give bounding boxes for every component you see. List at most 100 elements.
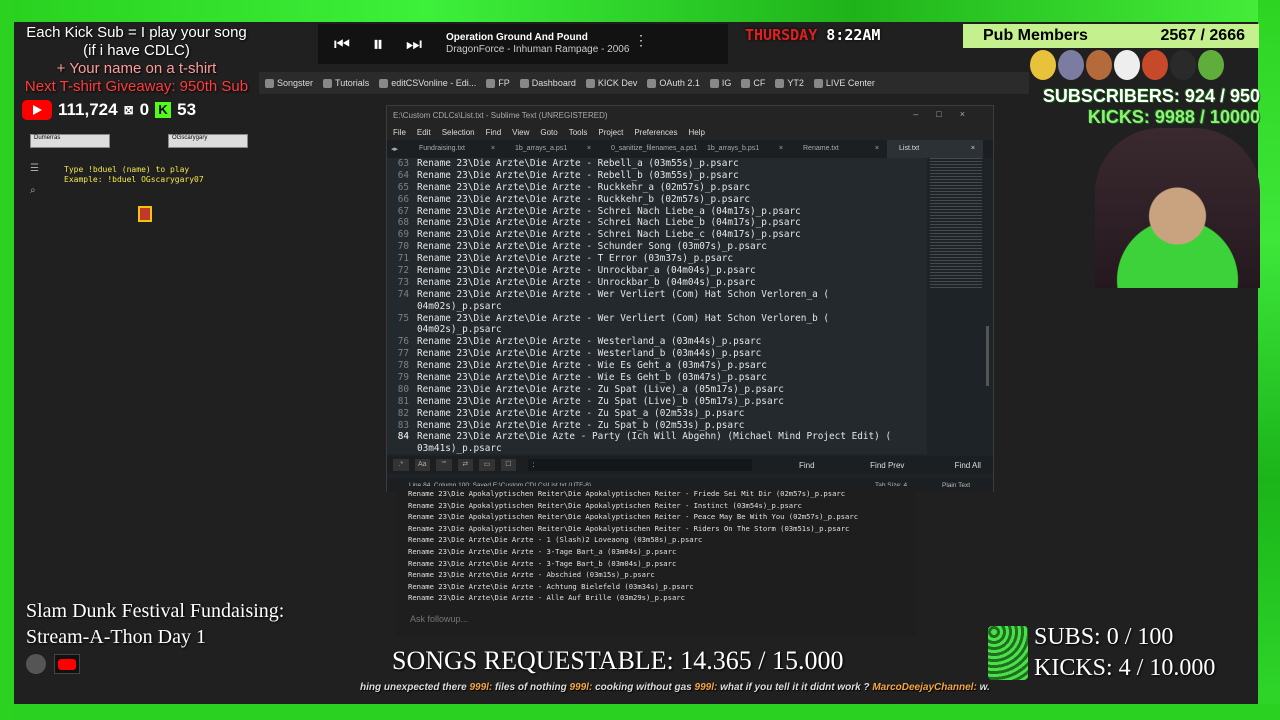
editor-line[interactable]: 63 Rename 23\Die Arzte\Die Arzte - Rebell… <box>387 158 927 170</box>
menu-item[interactable]: Selection <box>442 128 475 137</box>
close-icon[interactable]: × <box>491 140 495 158</box>
menu-item[interactable]: Preferences <box>634 128 677 137</box>
editor-line[interactable]: 68 Rename 23\Die Arzte\Die Arzte - Schrei… <box>387 217 927 229</box>
bookmark-icon <box>323 79 333 89</box>
editor-line[interactable]: 71 Rename 23\Die Arzte\Die Arzte - T Erro… <box>387 253 927 265</box>
find-input[interactable]: : <box>528 459 752 471</box>
editor-line[interactable]: 78 Rename 23\Die Arzte\Die Arzte - Wie Es… <box>387 360 927 372</box>
bookmark[interactable]: Tutorials <box>323 78 369 89</box>
line-number: 67 <box>397 205 409 217</box>
find-prev-button[interactable]: Find Prev <box>862 461 912 470</box>
case-toggle[interactable]: Aa <box>414 459 431 471</box>
more-icon[interactable]: ⋮ <box>634 32 648 49</box>
duel-panel: Dumerras OGscarygary ☰ ⌕ Type !bduel (na… <box>22 130 272 230</box>
highlight-toggle[interactable]: ☐ <box>500 459 517 471</box>
console-line: Rename 23\Die Arzte\Die Arzte - Alle Auf… <box>408 593 685 603</box>
date-time: THURSDAY 8:22AM <box>745 26 953 48</box>
bookmark-icon <box>265 79 274 89</box>
bookmark-label: CF <box>753 77 766 88</box>
find-all-button[interactable]: Find All <box>943 461 993 470</box>
regex-toggle[interactable]: .* <box>393 459 409 471</box>
title-bar: E:\Custom CDLCs\List.txt - Sublime Text … <box>387 106 993 124</box>
scrollbar[interactable] <box>986 326 989 386</box>
member-avatars <box>1030 50 1258 86</box>
editor-line[interactable]: 82 Rename 23\Die Arzte\Die Arzte - Zu Spa… <box>387 408 927 420</box>
editor-line[interactable]: 73 Rename 23\Die Arzte\Die Arzte - Unrock… <box>387 277 927 289</box>
editor-line[interactable]: 80 Rename 23\Die Arzte\Die Arzte - Zu Spa… <box>387 384 927 396</box>
avatar <box>1030 50 1056 80</box>
bookmark[interactable]: LIVE Center <box>813 78 875 89</box>
bookmark[interactable]: Songster <box>265 78 313 89</box>
bookmark[interactable]: IG <box>709 78 731 89</box>
editor-line[interactable]: 84 Rename 23\Die Arzte\Die Azte - Party (… <box>387 431 927 443</box>
line-number: 79 <box>397 372 409 384</box>
bookmark[interactable]: OAuth 2.1 <box>647 78 700 89</box>
previous-icon[interactable]: ⏮ <box>330 34 354 55</box>
window-title: E:\Custom CDLCs\List.txt - Sublime Text … <box>393 110 608 120</box>
menu-item[interactable]: Tools <box>569 128 588 137</box>
pause-icon[interactable]: ⏸ <box>366 31 390 57</box>
syntax-label[interactable]: Plain Text <box>942 482 970 489</box>
bookmark[interactable]: Dashboard <box>519 78 576 89</box>
wrap-toggle[interactable]: ⇄ <box>457 459 474 471</box>
tab[interactable]: 1b_arrays_a.ps1 × <box>503 140 599 158</box>
editor-line[interactable]: 04m02s)_p.psarc <box>387 301 927 313</box>
bookmark[interactable]: YT2 <box>775 78 804 89</box>
whole-word-toggle[interactable]: “” <box>436 459 452 471</box>
editor-line[interactable]: 81 Rename 23\Die Arzte\Die Arzte - Zu Spa… <box>387 396 927 408</box>
menu-item[interactable]: Edit <box>417 128 431 137</box>
bookmark[interactable]: FP <box>486 77 510 89</box>
window-controls[interactable]: –□× <box>913 109 983 119</box>
editor-line[interactable]: 72 Rename 23\Die Arzte\Die Arzte - Unrock… <box>387 265 927 277</box>
line-text: Rename 23\Die Arzte\Die Arzte - Unrockba… <box>417 276 756 288</box>
bookmark-icon <box>709 79 719 89</box>
editor-line[interactable]: 79 Rename 23\Die Arzte\Die Arzte - Wie Es… <box>387 372 927 384</box>
tab[interactable]: 1b_arrays_b.ps1 × <box>695 140 791 158</box>
menu-item[interactable]: Help <box>688 128 704 137</box>
editor-line[interactable]: 03m41s)_p.psarc <box>387 443 927 454</box>
list-icon[interactable]: ☰ <box>30 158 39 180</box>
editor-line[interactable]: 83 Rename 23\Die Arzte\Die Arzte - Zu Spa… <box>387 420 927 432</box>
editor-line[interactable]: 76 Rename 23\Die Arzte\Die Arzte - Wester… <box>387 336 927 348</box>
editor-line[interactable]: 69 Rename 23\Die Arzte\Die Arzte - Schrei… <box>387 229 927 241</box>
editor-line[interactable]: 67 Rename 23\Die Arzte\Die Arzte - Schrei… <box>387 206 927 218</box>
editor-line[interactable]: 70 Rename 23\Die Arzte\Die Arzte - Schund… <box>387 241 927 253</box>
in-selection-toggle[interactable]: ▭ <box>479 459 495 471</box>
cup-icon <box>988 626 1028 680</box>
tab-nav-icon[interactable]: ◂▸ <box>387 145 407 153</box>
editor-line[interactable]: 74 Rename 23\Die Arzte\Die Arzte - Wer Ve… <box>387 289 927 301</box>
editor-line[interactable]: 77 Rename 23\Die Arzte\Die Arzte - Wester… <box>387 348 927 360</box>
editor-line[interactable]: 64 Rename 23\Die Arzte\Die Arzte - Rebell… <box>387 170 927 182</box>
text-editor[interactable]: 63 Rename 23\Die Arzte\Die Arzte - Rebell… <box>387 158 927 454</box>
editor-line[interactable]: 66 Rename 23\Die Arzte\Die Arzte - Ruckke… <box>387 194 927 206</box>
tab[interactable]: Fundraising.txt × <box>407 140 503 158</box>
menu-item[interactable]: Goto <box>540 128 557 137</box>
editor-line[interactable]: 65 Rename 23\Die Arzte\Die Arzte - Ruckke… <box>387 182 927 194</box>
find-button[interactable]: Find <box>782 461 832 470</box>
bookmark[interactable]: editCSVonline - Edi... <box>379 78 476 89</box>
search-icon[interactable]: ⌕ <box>30 180 39 202</box>
menu-item[interactable]: File <box>393 128 406 137</box>
editor-line[interactable]: 75 Rename 23\Die Arzte\Die Arzte - Wer Ve… <box>387 313 927 325</box>
tab-active[interactable]: List.txt × <box>887 140 983 158</box>
line-number: 74 <box>397 288 409 300</box>
followup-input[interactable]: Ask followup... <box>410 614 468 624</box>
next-icon[interactable]: ⏭ <box>402 34 426 55</box>
close-icon[interactable]: × <box>875 140 879 158</box>
bookmark[interactable]: KICK Dev <box>585 78 637 89</box>
menu-item[interactable]: Find <box>486 128 502 137</box>
editor-line[interactable]: 04m02s)_p.psarc <box>387 324 927 336</box>
minimap[interactable] <box>930 158 982 288</box>
tab[interactable]: Rename.txt × <box>791 140 887 158</box>
close-icon[interactable]: × <box>779 140 783 158</box>
tab[interactable]: 0_sanitize_filenames_a.ps1× <box>599 140 697 170</box>
close-icon[interactable]: × <box>587 140 591 158</box>
menu-item[interactable]: View <box>512 128 529 137</box>
bookmark-label: FP <box>498 77 510 88</box>
line-number: 69 <box>397 229 409 241</box>
youtube-icon <box>22 100 52 120</box>
menu-item[interactable]: Project <box>598 128 623 137</box>
close-icon[interactable]: × <box>971 140 975 158</box>
bookmark[interactable]: CF <box>741 77 766 89</box>
chat-user: 999l: <box>569 682 596 693</box>
